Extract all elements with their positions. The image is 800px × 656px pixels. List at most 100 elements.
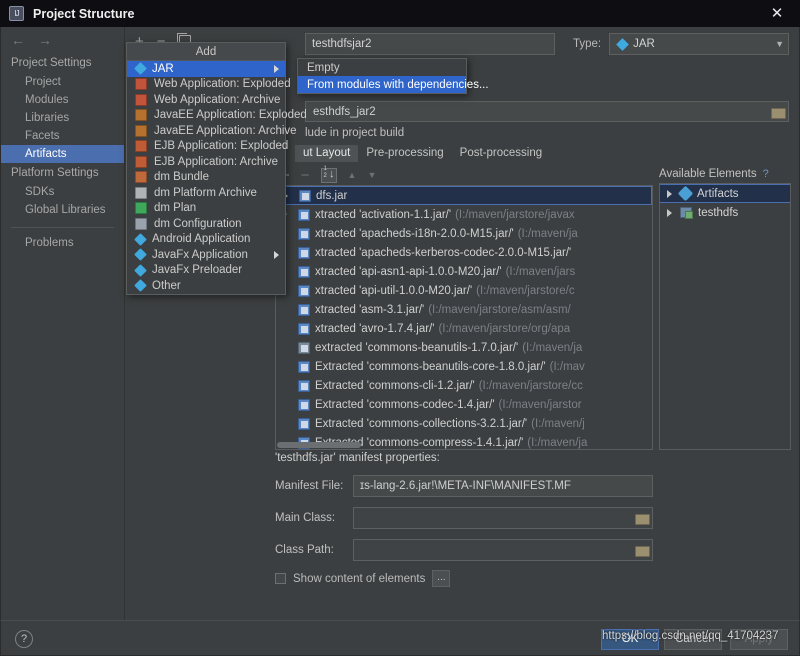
output-layout-row[interactable]: xtracted 'avro-1.7.4.jar/'(I:/maven/jars… bbox=[276, 319, 652, 338]
available-row-label: Artifacts bbox=[697, 188, 739, 200]
javafx-app-icon bbox=[134, 248, 147, 261]
folder-icon[interactable] bbox=[771, 107, 784, 117]
add-menu-item-javafx-preloader[interactable]: JavaFx Preloader bbox=[127, 263, 285, 279]
output-layout-row-label: dfs.jar bbox=[316, 190, 347, 202]
output-layout-row-path: (I:/maven/jarstore/javax bbox=[455, 209, 575, 221]
remove-element-button[interactable]: − bbox=[301, 168, 310, 183]
class-path-label: Class Path: bbox=[275, 544, 353, 556]
artifact-name-input[interactable]: testhdfsjar2 bbox=[305, 33, 555, 55]
submenu-arrow-icon bbox=[274, 65, 279, 73]
move-down-icon[interactable]: ▼ bbox=[367, 170, 376, 180]
sidebar-item-project[interactable]: Project bbox=[1, 73, 124, 91]
watermark-url: https://blog.csdn.net/qq_41704237 bbox=[602, 630, 778, 642]
output-directory-value: esthdfs_jar2 bbox=[313, 106, 376, 118]
show-content-row: Show content of elements ... bbox=[275, 570, 653, 587]
sidebar-item-modules[interactable]: Modules bbox=[1, 91, 124, 109]
output-layout-row[interactable]: xtracted 'activation-1.1.jar/' (I:/maven/… bbox=[276, 205, 652, 224]
show-content-checkbox[interactable] bbox=[275, 573, 286, 584]
output-directory-row: esthdfs_jar2 bbox=[305, 101, 789, 122]
add-menu-item-jar[interactable]: JAR bbox=[127, 61, 285, 77]
output-layout-row[interactable]: extracted 'commons-beanutils-1.7.0.jar/'… bbox=[276, 338, 652, 357]
tab-post-processing[interactable]: Post-processing bbox=[452, 145, 550, 162]
close-icon[interactable]: ✕ bbox=[754, 0, 800, 27]
add-menu-item-label: dm Plan bbox=[154, 202, 196, 214]
sidebar-item-facets[interactable]: Facets bbox=[1, 127, 124, 145]
add-menu-item-ejb-application-archive[interactable]: EJB Application: Archive bbox=[127, 154, 285, 170]
sidebar-item-problems[interactable]: Problems bbox=[1, 234, 124, 252]
output-layout-row-path: (I:/maven/jarstore/asm/asm/ bbox=[428, 304, 571, 316]
available-elements-list[interactable]: Artifacts testhdfs bbox=[659, 183, 791, 450]
output-layout-row[interactable]: Extracted 'commons-cli-1.2.jar/'(I:/mave… bbox=[276, 376, 652, 395]
artifact-type-dropdown[interactable]: JAR ▼ bbox=[609, 33, 789, 55]
back-arrow-icon[interactable]: ← bbox=[11, 32, 25, 48]
main-class-input[interactable] bbox=[353, 507, 653, 529]
available-elements-panel: Available Elements ? Artifacts testhdfs bbox=[659, 165, 791, 450]
include-in-build-row[interactable]: lude in project build bbox=[305, 127, 404, 139]
intellij-idea-icon bbox=[9, 6, 24, 21]
move-up-icon[interactable]: ▲ bbox=[348, 170, 357, 180]
add-menu-item-javafx-application[interactable]: JavaFx Application bbox=[127, 247, 285, 263]
output-layout-row[interactable]: xtracted 'apacheds-kerberos-codec-2.0.0-… bbox=[276, 243, 652, 262]
manifest-file-input[interactable]: ɪs-lang-2.6.jar!\META-INF\MANIFEST.MF bbox=[353, 475, 653, 497]
output-layout-row-path: (I:/maven/jarstor bbox=[499, 399, 582, 411]
output-layout-row[interactable]: xtracted 'asm-3.1.jar/'(I:/maven/jarstor… bbox=[276, 300, 652, 319]
add-menu-item-other[interactable]: Other bbox=[127, 278, 285, 294]
forward-arrow-icon[interactable]: → bbox=[38, 32, 52, 48]
output-layout-row-path: (I:/maven/j bbox=[531, 418, 585, 430]
available-row-testhdfs[interactable]: testhdfs bbox=[660, 203, 790, 222]
output-layout-row[interactable]: xtracted 'api-asn1-api-1.0.0-M20.jar/'(I… bbox=[276, 262, 652, 281]
output-layout-row[interactable]: Extracted 'commons-codec-1.4.jar/'(I:/ma… bbox=[276, 395, 652, 414]
add-menu-item-dm-bundle[interactable]: dm Bundle bbox=[127, 170, 285, 186]
folder-icon[interactable] bbox=[635, 545, 648, 555]
output-layout-row[interactable]: dfs.jar bbox=[276, 186, 652, 205]
dialog-body: ← → Project Settings Project Modules Lib… bbox=[0, 27, 800, 620]
help-icon[interactable]: ? bbox=[763, 168, 769, 180]
jar-submenu[interactable]: Empty From modules with dependencies... bbox=[297, 58, 467, 94]
add-artifact-menu[interactable]: Add JARWeb Application: ExplodedWeb Appl… bbox=[126, 42, 286, 295]
output-layout-row[interactable]: Extracted 'commons-collections-3.2.1.jar… bbox=[276, 414, 652, 433]
manifest-title: 'testhdfs.jar' manifest properties: bbox=[275, 452, 653, 464]
output-layout-row-label: xtracted 'api-util-1.0.0-M20.jar/' bbox=[315, 285, 472, 297]
chevron-right-icon[interactable] bbox=[667, 209, 672, 217]
submenu-item-empty[interactable]: Empty bbox=[298, 59, 466, 76]
add-menu-item-dm-configuration[interactable]: dm Configuration bbox=[127, 216, 285, 232]
output-layout-row[interactable]: xtracted 'apacheds-i18n-2.0.0-M15.jar/'(… bbox=[276, 224, 652, 243]
show-content-label: Show content of elements bbox=[293, 573, 425, 585]
add-menu-item-dm-plan[interactable]: dm Plan bbox=[127, 201, 285, 217]
output-layout-row-label: xtracted 'activation-1.1.jar/' bbox=[315, 209, 451, 221]
folder-icon[interactable] bbox=[635, 513, 648, 523]
sidebar-item-global-libraries[interactable]: Global Libraries bbox=[1, 201, 124, 219]
output-layout-list[interactable]: dfs.jar xtracted 'activation-1.1.jar/' (I:… bbox=[275, 185, 653, 450]
add-menu-item-web-application-exploded[interactable]: Web Application: Exploded bbox=[127, 77, 285, 93]
horizontal-scrollbar[interactable] bbox=[277, 442, 361, 448]
available-row-artifacts[interactable]: Artifacts bbox=[660, 184, 790, 203]
sidebar-item-artifacts[interactable]: Artifacts bbox=[1, 145, 124, 163]
submenu-item-from-modules[interactable]: From modules with dependencies... bbox=[298, 76, 466, 93]
sort-icon[interactable] bbox=[321, 168, 337, 183]
output-directory-input[interactable]: esthdfs_jar2 bbox=[305, 101, 789, 122]
tab-pre-processing[interactable]: Pre-processing bbox=[358, 145, 451, 162]
jar-diamond-icon bbox=[134, 62, 147, 75]
sidebar-item-libraries[interactable]: Libraries bbox=[1, 109, 124, 127]
output-layout-row-label: xtracted 'apacheds-kerberos-codec-2.0.0-… bbox=[315, 247, 571, 259]
class-path-input[interactable] bbox=[353, 539, 653, 561]
add-menu-item-javaee-application-exploded[interactable]: JavaEE Application: Exploded bbox=[127, 108, 285, 124]
help-button[interactable]: ? bbox=[15, 630, 33, 648]
show-content-options-button[interactable]: ... bbox=[432, 570, 450, 587]
submenu-arrow-icon bbox=[274, 251, 279, 259]
output-layout-row-path: (I:/maven/ja bbox=[527, 437, 587, 449]
android-app-icon bbox=[134, 233, 147, 246]
output-layout-row[interactable]: Extracted 'commons-beanutils-core-1.8.0.… bbox=[276, 357, 652, 376]
sidebar-item-sdks[interactable]: SDKs bbox=[1, 183, 124, 201]
chevron-right-icon[interactable] bbox=[667, 190, 672, 198]
add-menu-item-dm-platform-archive[interactable]: dm Platform Archive bbox=[127, 185, 285, 201]
add-menu-item-label: Android Application bbox=[152, 233, 250, 245]
add-menu-item-label: Other bbox=[152, 280, 181, 292]
add-menu-item-ejb-application-exploded[interactable]: EJB Application: Exploded bbox=[127, 139, 285, 155]
tab-output-layout[interactable]: ut Layout bbox=[295, 145, 358, 162]
output-layout-row[interactable]: xtracted 'api-util-1.0.0-M20.jar/'(I:/ma… bbox=[276, 281, 652, 300]
add-menu-item-javaee-application-archive[interactable]: JavaEE Application: Archive bbox=[127, 123, 285, 139]
add-menu-item-web-application-archive[interactable]: Web Application: Archive bbox=[127, 92, 285, 108]
add-menu-item-label: JavaEE Application: Archive bbox=[154, 125, 297, 137]
add-menu-item-android-application[interactable]: Android Application bbox=[127, 232, 285, 248]
